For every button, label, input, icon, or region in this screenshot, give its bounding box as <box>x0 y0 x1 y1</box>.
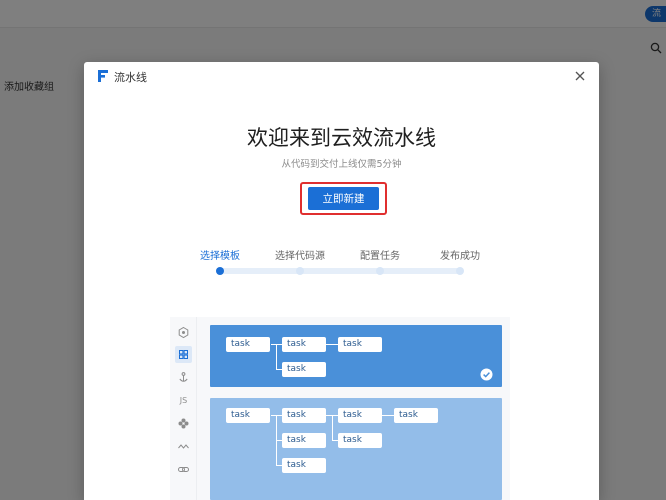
connector-line <box>382 415 394 416</box>
task-node: task <box>338 433 382 448</box>
dialog-header: 流水线 <box>84 62 599 92</box>
template-preview: JS task task task task task task task ta… <box>170 317 510 500</box>
flow-logo-icon <box>98 70 108 82</box>
step-publish-success[interactable]: 发布成功 <box>440 247 480 262</box>
task-node: task <box>282 337 326 352</box>
task-node: task <box>338 337 382 352</box>
welcome-dialog: 流水线 欢迎来到云效流水线 从代码到交付上线仅需5分钟 立即新建 选择模板 选择… <box>84 62 599 500</box>
dialog-title: 流水线 <box>114 71 147 84</box>
step-dot <box>376 267 384 275</box>
step-select-template[interactable]: 选择模板 <box>200 247 240 262</box>
grid-icon[interactable] <box>175 346 192 363</box>
step-dot <box>296 267 304 275</box>
connector-line <box>332 415 333 440</box>
step-configure-tasks[interactable]: 配置任务 <box>360 247 400 262</box>
task-node: task <box>226 408 270 423</box>
create-now-button[interactable]: 立即新建 <box>308 187 379 210</box>
step-dot <box>456 267 464 275</box>
scan-icon[interactable] <box>175 324 192 341</box>
task-node: task <box>226 337 270 352</box>
template-card-selected[interactable]: task task task task <box>210 325 502 387</box>
task-node: task <box>282 458 326 473</box>
close-icon[interactable] <box>573 69 587 83</box>
anchor-icon[interactable] <box>175 369 192 386</box>
wave-icon[interactable] <box>175 438 192 455</box>
task-node: task <box>338 408 382 423</box>
welcome-heading: 欢迎来到云效流水线 <box>247 126 436 150</box>
check-icon <box>480 368 493 381</box>
step-dot <box>216 267 224 275</box>
task-node: task <box>282 362 326 377</box>
link-icon[interactable] <box>175 461 192 478</box>
step-select-code-source[interactable]: 选择代码源 <box>275 247 325 262</box>
welcome-subtitle: 从代码到交付上线仅需5分钟 <box>281 159 402 170</box>
template-card[interactable]: task task task task task task task <box>210 398 502 500</box>
puzzle-icon[interactable] <box>175 415 192 432</box>
task-node: task <box>394 408 438 423</box>
template-category-rail: JS <box>170 317 197 500</box>
task-node: task <box>282 433 326 448</box>
connector-line <box>276 344 277 369</box>
step-progress-track <box>220 268 460 274</box>
connector-line <box>326 344 338 345</box>
javascript-icon[interactable]: JS <box>175 392 192 409</box>
task-node: task <box>282 408 326 423</box>
